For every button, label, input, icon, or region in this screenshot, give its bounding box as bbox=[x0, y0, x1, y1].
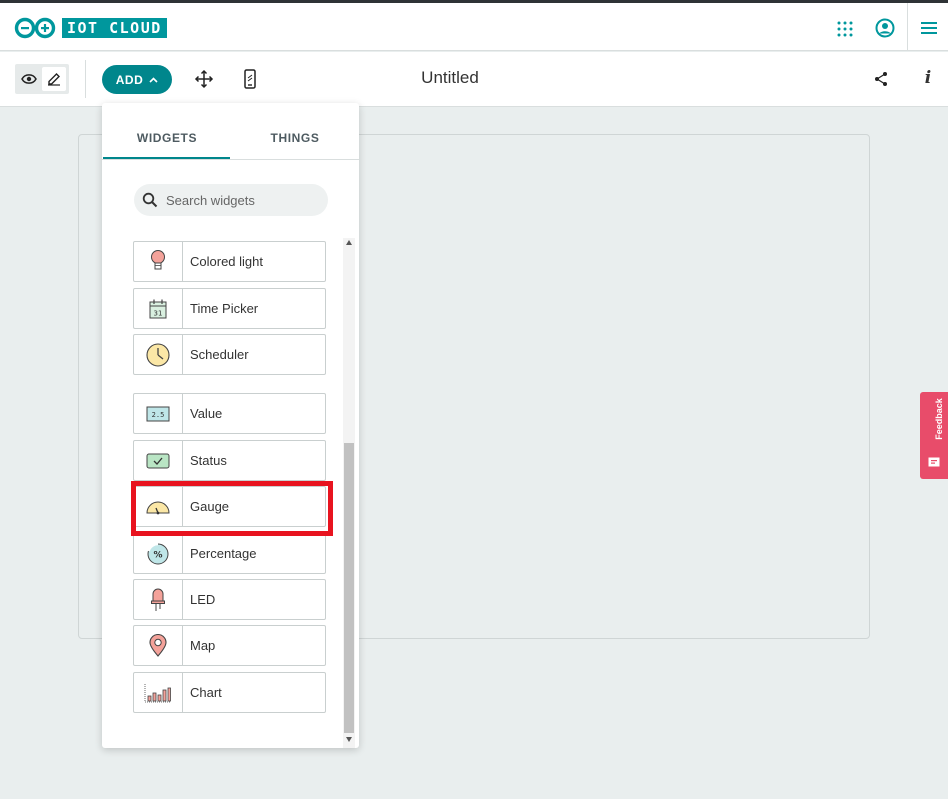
add-widget-panel: WIDGETS THINGS Colored light bbox=[102, 103, 359, 748]
widget-item-value[interactable]: 2.5 Value bbox=[133, 393, 326, 434]
scroll-down-arrow-icon[interactable] bbox=[346, 737, 352, 742]
calendar-icon: 31 bbox=[149, 299, 167, 318]
feedback-label: Feedback bbox=[934, 398, 944, 440]
apps-grid-icon[interactable] bbox=[836, 20, 854, 38]
widget-label: Time Picker bbox=[190, 301, 259, 316]
arduino-logo[interactable]: IOT CLOUD bbox=[14, 17, 167, 39]
account-icon[interactable] bbox=[875, 18, 895, 38]
widget-label: Status bbox=[190, 453, 227, 468]
widget-label: LED bbox=[190, 592, 216, 607]
info-icon[interactable]: i bbox=[922, 68, 934, 90]
widget-item-chart[interactable]: Chart bbox=[133, 672, 326, 713]
move-icon[interactable] bbox=[194, 69, 214, 89]
percentage-icon: % bbox=[147, 542, 169, 564]
widget-label: Chart bbox=[190, 685, 222, 700]
edit-icon bbox=[48, 73, 60, 86]
topbar-divider bbox=[907, 3, 908, 51]
view-mode-button[interactable] bbox=[15, 64, 42, 94]
widget-item-time-picker[interactable]: 31 Time Picker bbox=[133, 288, 326, 329]
search-input[interactable] bbox=[166, 192, 316, 208]
widget-item-percentage[interactable]: % Percentage bbox=[133, 533, 326, 574]
widget-item-led[interactable]: LED bbox=[133, 579, 326, 620]
gauge-highlight-box bbox=[131, 481, 333, 536]
percentage-icon-text: % bbox=[153, 550, 162, 560]
active-tab-indicator bbox=[103, 157, 230, 159]
chevron-up-icon bbox=[149, 76, 158, 83]
menu-icon[interactable] bbox=[920, 20, 938, 36]
map-pin-icon bbox=[149, 633, 167, 657]
widget-label: Scheduler bbox=[190, 347, 249, 362]
feedback-icon bbox=[928, 457, 940, 467]
widget-item-map[interactable]: Map bbox=[133, 625, 326, 666]
value-icon: 2.5 bbox=[146, 406, 170, 421]
bulb-icon bbox=[151, 249, 165, 269]
chart-icon bbox=[144, 683, 171, 702]
feedback-button[interactable]: Feedback bbox=[920, 392, 948, 479]
arduino-logo-icon bbox=[14, 17, 56, 39]
calendar-icon-text: 31 bbox=[154, 309, 163, 317]
value-icon-text: 2.5 bbox=[152, 411, 165, 419]
status-icon bbox=[146, 453, 170, 468]
search-icon bbox=[142, 192, 158, 208]
scroll-up-arrow-icon[interactable] bbox=[346, 240, 352, 245]
widget-item-status[interactable]: Status bbox=[133, 440, 326, 481]
add-button-label: ADD bbox=[115, 72, 144, 87]
tab-things[interactable]: THINGS bbox=[231, 131, 359, 145]
widget-item-colored-light[interactable]: Colored light bbox=[133, 241, 326, 282]
edit-mode-button[interactable] bbox=[42, 67, 66, 91]
clock-icon bbox=[146, 342, 170, 367]
toolbar-divider bbox=[85, 60, 86, 98]
tab-widgets[interactable]: WIDGETS bbox=[103, 131, 231, 145]
widget-label: Value bbox=[190, 406, 223, 421]
view-edit-toggle bbox=[15, 64, 69, 94]
widget-label: Colored light bbox=[190, 254, 263, 269]
top-bar: IOT CLOUD bbox=[0, 3, 948, 51]
widget-label: Map bbox=[190, 638, 216, 653]
eye-icon bbox=[20, 74, 37, 84]
scrollbar-thumb[interactable] bbox=[344, 443, 354, 733]
logo-text: IOT CLOUD bbox=[62, 18, 167, 38]
led-icon bbox=[151, 588, 165, 611]
widget-item-scheduler[interactable]: Scheduler bbox=[133, 334, 326, 375]
add-button[interactable]: ADD bbox=[102, 65, 172, 94]
widget-label: Percentage bbox=[190, 546, 257, 561]
share-icon[interactable] bbox=[873, 71, 889, 87]
mobile-icon[interactable] bbox=[243, 69, 257, 89]
dashboard-toolbar: ADD Untitled i bbox=[0, 52, 948, 107]
search-box[interactable] bbox=[134, 184, 328, 216]
panel-tabs: WIDGETS THINGS bbox=[102, 103, 359, 160]
dashboard-title[interactable]: Untitled bbox=[370, 68, 530, 88]
